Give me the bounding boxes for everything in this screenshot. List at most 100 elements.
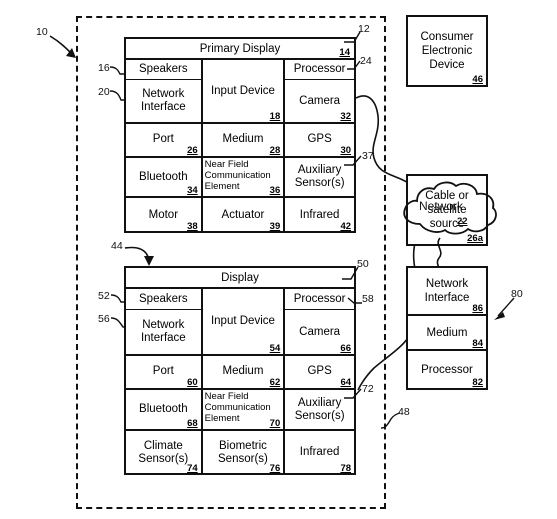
server-processor-label: Processor [421, 363, 473, 376]
cell-camera[interactable]: Camera 32 [285, 80, 354, 122]
leader-line-24 [347, 60, 361, 70]
cell-port-2-ref: 60 [187, 377, 198, 388]
primary-display-block[interactable]: Primary Display 14 Speakers Network Inte… [124, 37, 356, 233]
cell-bluetooth-2-ref: 68 [187, 418, 198, 429]
cell-speakers-2-label: Speakers [139, 292, 188, 305]
consumer-electronic-device-ref: 46 [472, 74, 483, 85]
cell-port-2[interactable]: Port 60 [126, 354, 201, 390]
cell-gps-label: GPS [307, 132, 332, 145]
server-processor-row[interactable]: Processor 82 [408, 351, 486, 388]
leader-line-10 [49, 35, 76, 58]
server-medium-label: Medium [426, 326, 468, 339]
cell-climate-sensors-label: Climate Sensor(s) [138, 439, 189, 465]
consumer-electronic-device-box[interactable]: Consumer Electronic Device 46 [406, 15, 488, 87]
server-medium-row[interactable]: Medium 84 [408, 316, 486, 351]
ref-label-56: 56 [98, 313, 110, 325]
primary-display-header: Primary Display 14 [126, 39, 354, 60]
cell-actuator-label: Actuator [221, 208, 265, 221]
cell-actuator[interactable]: Actuator 39 [200, 198, 284, 232]
connector-network-to-server [436, 237, 442, 269]
cell-speakers-2[interactable]: Speakers [126, 289, 201, 310]
leader-line-44 [124, 246, 154, 266]
cell-medium-2[interactable]: Medium 62 [200, 354, 284, 390]
cell-processor-camera-wrap-2: Processor Camera 66 [283, 289, 354, 356]
server-stack-box[interactable]: Network Interface 86 Medium 84 Processor… [406, 266, 488, 390]
ref-label-20: 20 [98, 86, 110, 98]
cell-climate-sensors[interactable]: Climate Sensor(s) 74 [126, 431, 201, 474]
primary-row-port: Port 26 Medium 28 GPS 30 [126, 122, 355, 158]
cell-nfc-element[interactable]: Near Field Communication Element 36 [200, 158, 284, 198]
cell-network-interface-2-label: Network Interface [140, 319, 186, 344]
primary-display-header-ref: 14 [339, 47, 350, 58]
leader-line-52 [110, 294, 125, 303]
cell-nfc-element-2-ref: 70 [269, 418, 281, 429]
secondary-row-bluetooth: Bluetooth 68 Near Field Communication El… [126, 390, 355, 431]
primary-row-motor: Motor 38 Actuator 39 Infrared 42 [126, 198, 354, 232]
cell-speakers-label: Speakers [139, 63, 188, 75]
consumer-electronic-device-label: Consumer Electronic Device [420, 31, 474, 71]
cell-port-label: Port [152, 132, 174, 145]
cell-input-device-ref: 18 [269, 111, 281, 122]
cell-biometric-sensors-label: Biometric Sensor(s) [218, 439, 268, 465]
server-network-interface-row[interactable]: Network Interface 86 [408, 268, 486, 316]
primary-row-bluetooth: Bluetooth 34 Near Field Communication El… [126, 158, 355, 198]
leader-line-12 [344, 31, 361, 43]
cell-bluetooth-2[interactable]: Bluetooth 68 [126, 390, 201, 431]
cell-bluetooth[interactable]: Bluetooth 34 [126, 158, 201, 198]
cell-climate-sensors-ref: 74 [187, 463, 198, 474]
cell-auxiliary-sensors-2-label: Auxiliary Sensor(s) [294, 396, 345, 422]
cell-medium[interactable]: Medium 28 [200, 122, 284, 158]
secondary-display-block[interactable]: Display Speakers Network Interface Input… [124, 266, 356, 475]
cell-nfc-element-ref: 36 [269, 185, 281, 196]
cell-motor[interactable]: Motor 38 [126, 198, 201, 232]
cell-camera-2[interactable]: Camera 66 [285, 310, 354, 354]
cell-speakers[interactable]: Speakers [126, 60, 201, 80]
cell-bluetooth-ref: 34 [187, 185, 198, 196]
cell-input-device[interactable]: Input Device 18 [200, 60, 284, 124]
cell-gps-2[interactable]: GPS 64 [283, 354, 355, 390]
cell-network-interface-2[interactable]: Network Interface [126, 310, 201, 356]
cell-input-device-label: Input Device [210, 84, 275, 97]
cell-motor-ref: 38 [187, 221, 198, 232]
cell-input-device-2[interactable]: Input Device 54 [200, 289, 284, 356]
cell-input-device-2-ref: 54 [269, 343, 281, 354]
cell-infrared-2[interactable]: Infrared 78 [283, 431, 354, 474]
server-network-interface-label: Network Interface [424, 278, 470, 304]
leader-line-48 [380, 412, 401, 429]
cell-network-interface[interactable]: Network Interface [126, 80, 201, 124]
cell-biometric-sensors-ref: 76 [269, 463, 281, 474]
cell-motor-label: Motor [148, 208, 179, 221]
secondary-display-header-label: Display [221, 271, 259, 284]
cell-camera-label: Camera [299, 94, 341, 107]
cell-auxiliary-sensors-label: Auxiliary Sensor(s) [294, 164, 345, 189]
cell-processor-2[interactable]: Processor [285, 289, 354, 310]
server-network-interface-ref: 86 [472, 303, 483, 314]
cell-port[interactable]: Port 26 [126, 122, 201, 158]
ref-label-44: 44 [111, 240, 123, 252]
server-processor-ref: 82 [472, 377, 483, 388]
cell-input-device-2-label: Input Device [210, 315, 275, 327]
cell-processor-2-label: Processor [293, 292, 346, 305]
leader-line-56 [110, 317, 126, 328]
leader-line-20 [109, 90, 125, 101]
ref-label-16: 16 [98, 62, 110, 74]
cell-port-2-label: Port [152, 364, 174, 377]
cell-processor-camera-wrap: Processor Camera 32 [283, 60, 354, 124]
secondary-row-climate: Climate Sensor(s) 74 Biometric Sensor(s)… [126, 431, 354, 474]
cell-infrared[interactable]: Infrared 42 [283, 198, 354, 232]
secondary-display-header: Display [126, 268, 354, 289]
cell-processor[interactable]: Processor [285, 60, 354, 80]
cell-processor-label: Processor [293, 63, 346, 75]
server-medium-ref: 84 [472, 338, 483, 349]
cell-biometric-sensors[interactable]: Biometric Sensor(s) 76 [200, 431, 284, 474]
cell-medium-label: Medium [222, 132, 264, 145]
cell-port-ref: 26 [187, 145, 198, 156]
leader-line-16 [109, 66, 124, 75]
leader-line-80 [494, 297, 515, 320]
cell-bluetooth-2-label: Bluetooth [139, 403, 188, 415]
cell-nfc-element-2[interactable]: Near Field Communication Element 70 [200, 390, 284, 431]
cell-gps-2-label: GPS [307, 364, 332, 377]
network-cloud-label: Network [419, 199, 464, 213]
cell-infrared-2-label: Infrared [299, 446, 340, 458]
cell-medium-ref: 28 [269, 145, 281, 156]
